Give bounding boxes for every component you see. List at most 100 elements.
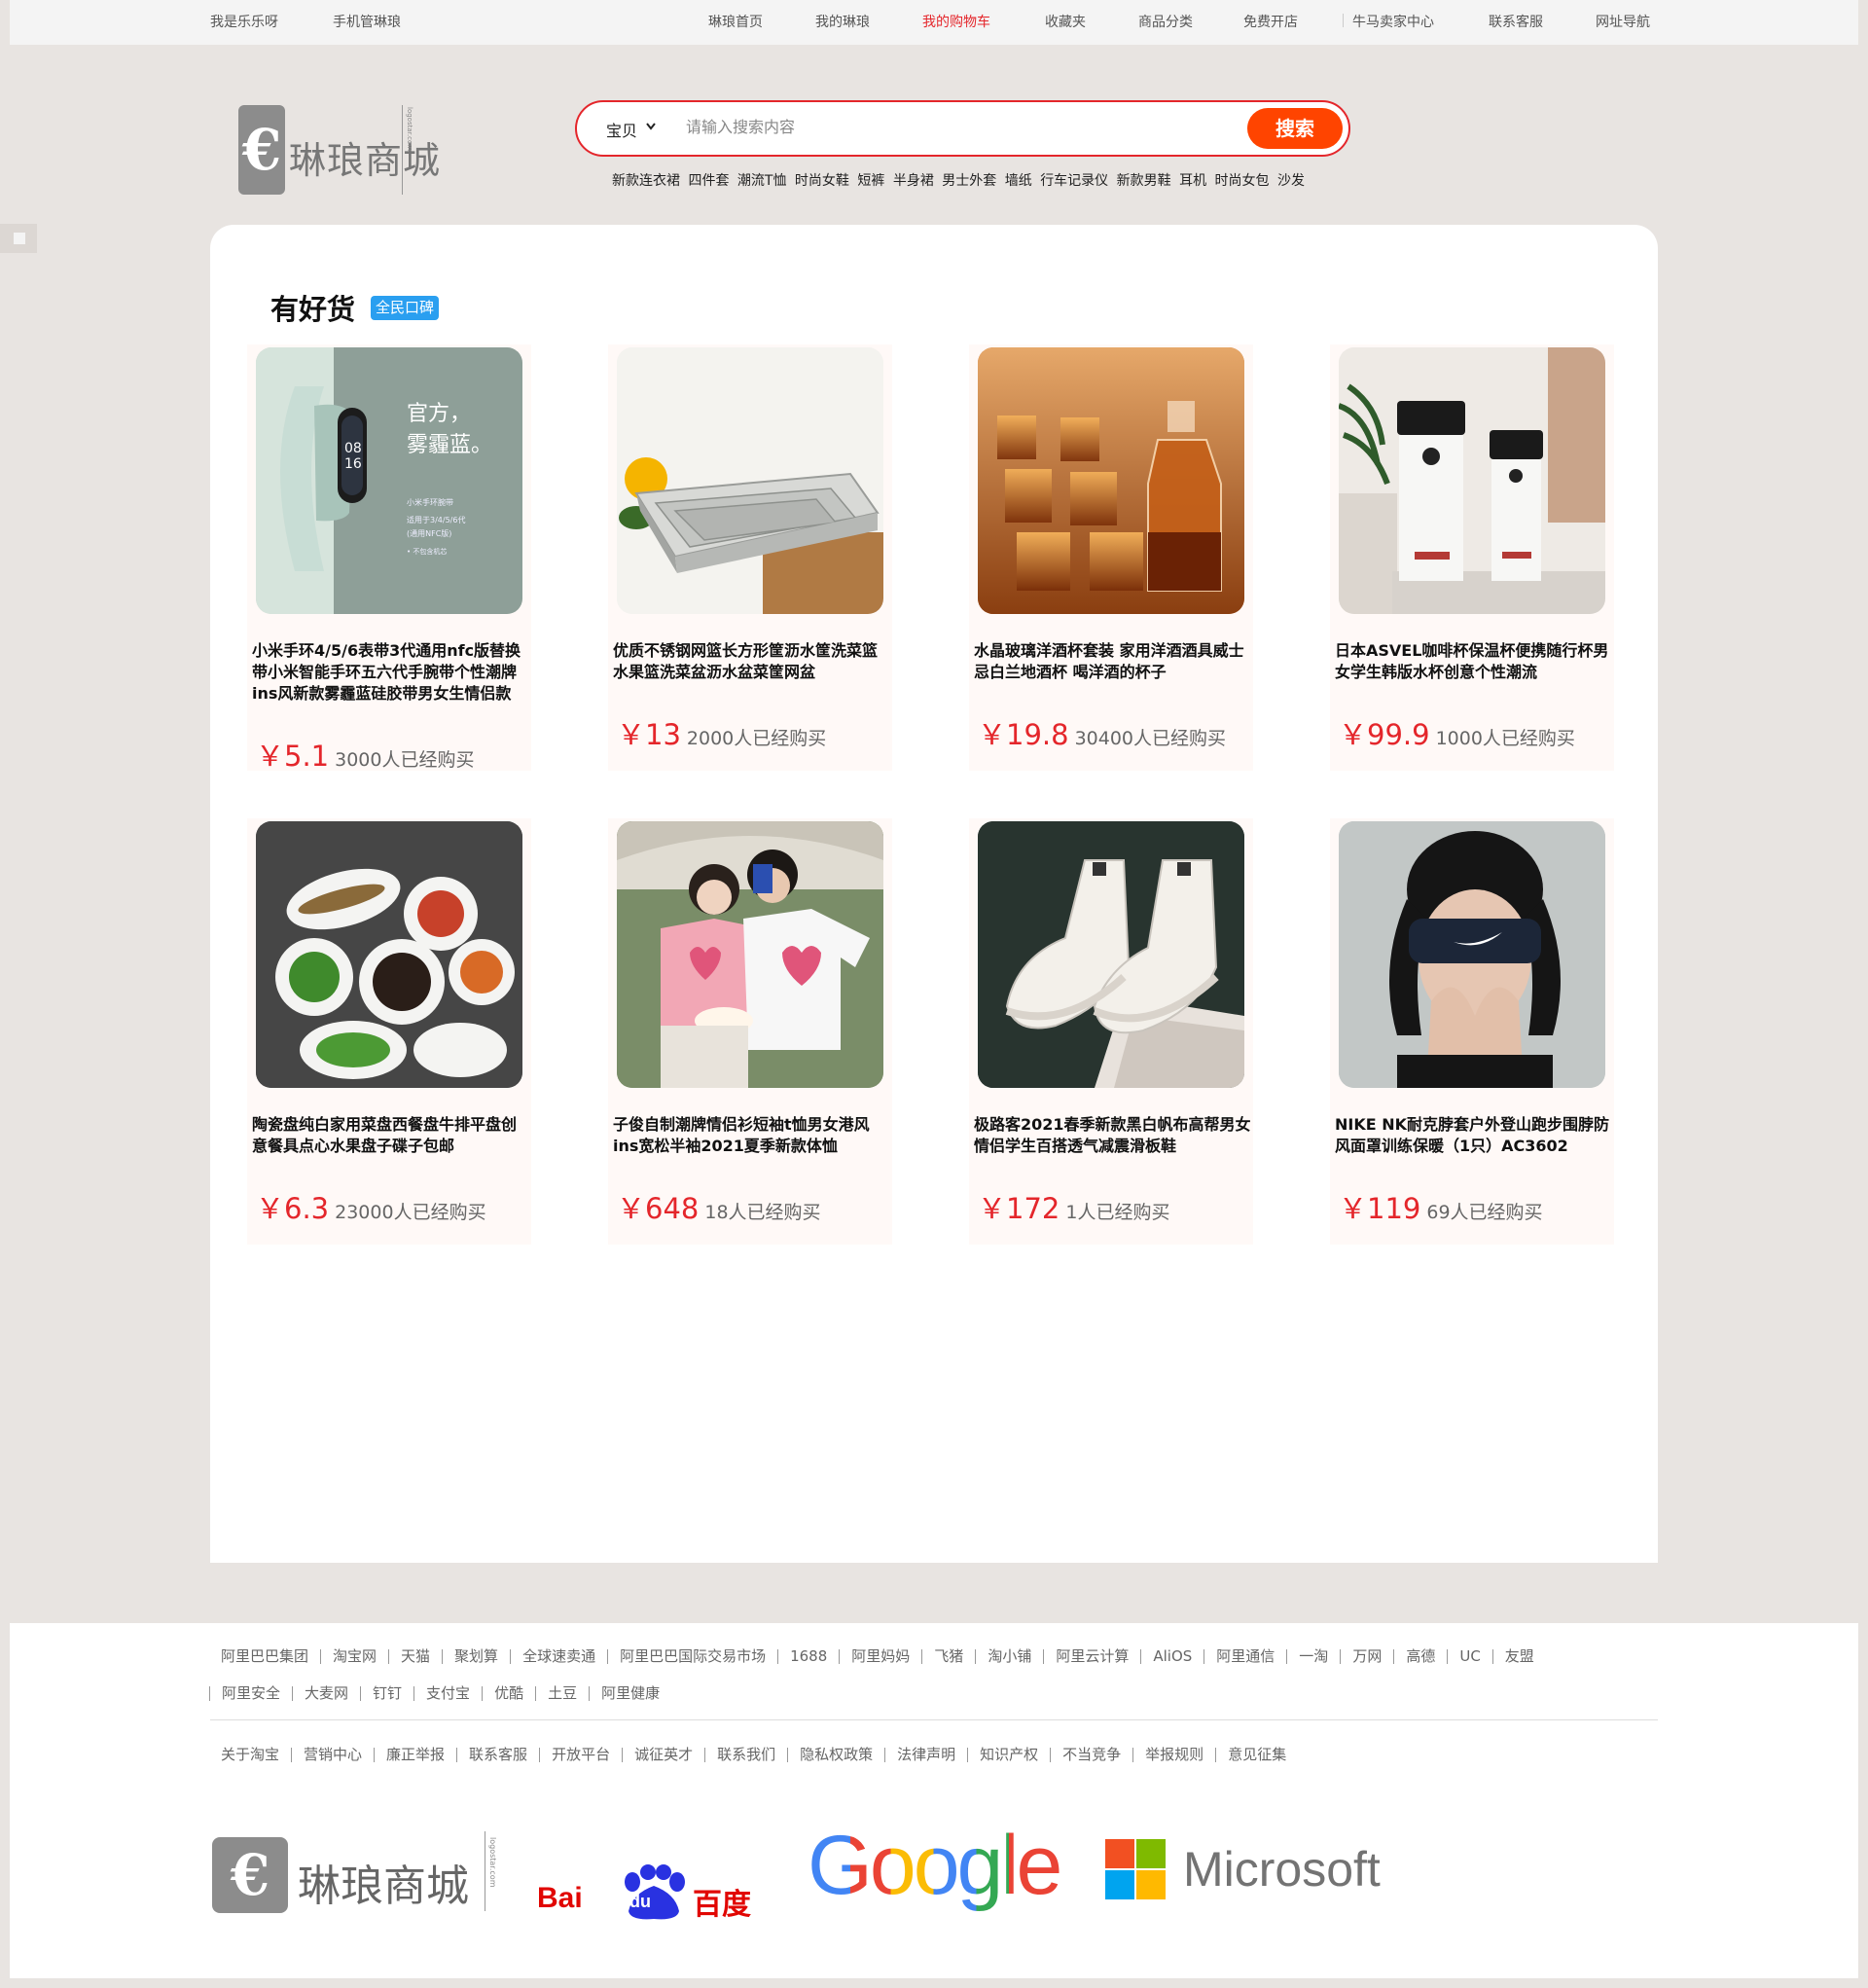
whisky-glass-image[interactable] — [978, 347, 1244, 614]
hot-word[interactable]: 行车记录仪 — [1040, 173, 1108, 189]
canvas-shoes-image[interactable] — [978, 821, 1244, 1088]
baidu-logo[interactable]: Bai du 百度 — [537, 1864, 775, 1923]
nike-neck-gaiter-image[interactable] — [1339, 821, 1605, 1088]
footer-link[interactable]: 淘宝网 — [320, 1649, 388, 1664]
hot-word[interactable]: 新款男鞋 — [1117, 173, 1171, 189]
baidu-chinese: 百度 — [693, 1888, 751, 1922]
site-logo[interactable]: € 琳琅商城 logostar.com — [238, 101, 440, 199]
footer-link[interactable]: 阿里巴巴集团 — [209, 1649, 320, 1664]
footer-link[interactable]: 钉钉 — [360, 1686, 413, 1701]
chevron-down-icon[interactable] — [645, 121, 657, 134]
top-link-user[interactable]: 我是乐乐呀 — [210, 12, 278, 31]
hot-word[interactable]: 墙纸 — [1005, 173, 1032, 189]
hot-word[interactable]: 男士外套 — [942, 173, 996, 189]
product-title[interactable]: 水晶玻璃洋酒杯套装 家用洋酒酒具威士忌白兰地酒杯 喝洋酒的杯子 — [974, 640, 1252, 683]
product-card[interactable]: NIKE NK耐克脖套户外登山跑步围脖防风面罩训练保暖（1只）AC3602 ￥1… — [1330, 818, 1614, 1245]
footer-link[interactable]: UC — [1447, 1649, 1491, 1664]
search-type-select[interactable]: 宝贝 — [606, 118, 637, 141]
footer-link[interactable]: 天猫 — [388, 1649, 442, 1664]
footer-site-logo[interactable]: € 琳琅商城 logostar.com — [212, 1829, 504, 1917]
side-floating-tab[interactable] — [0, 224, 37, 253]
ceramic-plate-image[interactable] — [256, 821, 522, 1088]
footer-link[interactable]: 知识产权 — [967, 1748, 1050, 1762]
hot-word[interactable]: 短裤 — [857, 173, 884, 189]
top-separator — [1343, 14, 1344, 27]
footer-link[interactable]: 淘小铺 — [975, 1649, 1043, 1664]
steel-basket-image[interactable] — [617, 347, 883, 614]
footer-link[interactable]: 友盟 — [1491, 1649, 1546, 1664]
footer-link[interactable]: 飞猪 — [921, 1649, 975, 1664]
product-title[interactable]: 日本ASVEL咖啡杯保温杯便携随行杯男女学生韩版水杯创意个性潮流 — [1335, 640, 1613, 683]
top-link-cart[interactable]: 我的购物车 — [922, 12, 990, 31]
hot-word[interactable]: 沙发 — [1277, 173, 1305, 189]
footer-link[interactable]: 1688 — [777, 1649, 839, 1664]
footer-link[interactable]: 营销中心 — [291, 1748, 374, 1762]
price-row: ￥648 18人已经购买 — [617, 1186, 821, 1227]
hot-word[interactable]: 四件套 — [688, 173, 729, 189]
footer-link[interactable]: 阿里健康 — [589, 1686, 671, 1701]
product-price: ￥13 — [617, 718, 681, 751]
footer-link[interactable]: 法律声明 — [884, 1748, 967, 1762]
footer-link[interactable]: 阿里安全 — [209, 1686, 292, 1701]
footer-link[interactable]: 隐私权政策 — [787, 1748, 884, 1762]
search-button[interactable]: 搜索 — [1247, 108, 1343, 149]
top-link-seller-center[interactable]: 牛马卖家中心 — [1352, 12, 1434, 31]
footer-link[interactable]: 联系客服 — [456, 1748, 539, 1762]
top-link-categories[interactable]: 商品分类 — [1138, 12, 1193, 31]
footer-link[interactable]: 土豆 — [535, 1686, 589, 1701]
product-title[interactable]: NIKE NK耐克脖套户外登山跑步围脖防风面罩训练保暖（1只）AC3602 — [1335, 1114, 1613, 1157]
top-link-customer-service[interactable]: 联系客服 — [1489, 12, 1543, 31]
footer-link[interactable]: 诚征英才 — [622, 1748, 704, 1762]
product-card[interactable]: 08 16 官方， 雾霾蓝。 小米手环腕带 适用于3/4/5/6代 (通用NFC… — [247, 344, 531, 773]
footer-link[interactable]: 万网 — [1340, 1649, 1393, 1664]
product-card[interactable]: 水晶玻璃洋酒杯套装 家用洋酒酒具威士忌白兰地酒杯 喝洋酒的杯子 ￥19.8 304… — [969, 344, 1253, 771]
product-title[interactable]: 极路客2021春季新款黑白帆布高帮男女情侣学生百搭透气减震滑板鞋 — [974, 1114, 1252, 1157]
product-title[interactable]: 优质不锈钢网篮长方形筐沥水筐洗菜篮水果篮洗菜盆沥水盆菜筐网盆 — [613, 640, 891, 683]
footer-link[interactable]: 廉正举报 — [374, 1748, 456, 1762]
product-card[interactable]: 优质不锈钢网篮长方形筐沥水筐洗菜篮水果篮洗菜盆沥水盆菜筐网盆 ￥13 2000人已… — [608, 344, 892, 771]
hot-word[interactable]: 半身裙 — [893, 173, 934, 189]
hot-word[interactable]: 潮流T恤 — [737, 173, 787, 189]
smart-band-image[interactable]: 08 16 官方， 雾霾蓝。 小米手环腕带 适用于3/4/5/6代 (通用NFC… — [256, 347, 522, 614]
footer-link[interactable]: 不当竞争 — [1050, 1748, 1132, 1762]
footer-link[interactable]: 阿里巴巴国际交易市场 — [607, 1649, 777, 1664]
footer-link[interactable]: 开放平台 — [539, 1748, 622, 1762]
hot-word[interactable]: 新款连衣裙 — [612, 173, 680, 189]
top-link-mobile[interactable]: 手机管琳琅 — [333, 12, 401, 31]
product-card[interactable]: 极路客2021春季新款黑白帆布高帮男女情侣学生百搭透气减震滑板鞋 ￥172 1人已… — [969, 818, 1253, 1245]
footer-link[interactable]: 举报规则 — [1132, 1748, 1215, 1762]
footer-link[interactable]: 关于淘宝 — [209, 1748, 291, 1762]
footer-link[interactable]: 意见征集 — [1215, 1748, 1298, 1762]
search-input[interactable] — [686, 114, 1192, 143]
product-title[interactable]: 小米手环4/5/6表带3代通用nfc版替换带小米智能手环五六代手腕带个性潮牌in… — [252, 640, 530, 705]
product-card[interactable]: 陶瓷盘纯白家用菜盘西餐盘牛排平盘创意餐具点心水果盘子碟子包邮 ￥6.3 23000… — [247, 818, 531, 1245]
couple-tshirt-image[interactable] — [617, 821, 883, 1088]
footer-link[interactable]: 联系我们 — [704, 1748, 787, 1762]
top-link-open-shop[interactable]: 免费开店 — [1243, 12, 1298, 31]
footer-link[interactable]: 聚划算 — [442, 1649, 510, 1664]
top-link-home[interactable]: 琳琅首页 — [708, 12, 763, 31]
top-link-my-account[interactable]: 我的琳琅 — [815, 12, 870, 31]
footer-link[interactable]: 支付宝 — [413, 1686, 482, 1701]
coffee-cup-image[interactable] — [1339, 347, 1605, 614]
microsoft-logo[interactable]: Microsoft — [1105, 1835, 1397, 1903]
top-link-favorites[interactable]: 收藏夹 — [1045, 12, 1086, 31]
footer-link[interactable]: 阿里通信 — [1203, 1649, 1286, 1664]
product-title[interactable]: 子俊自制潮牌情侣衫短袖t恤男女港风ins宽松半袖2021夏季新款体恤 — [613, 1114, 891, 1157]
footer-link[interactable]: 大麦网 — [292, 1686, 360, 1701]
footer-link[interactable]: 优酷 — [482, 1686, 535, 1701]
google-logo[interactable]: Google — [808, 1818, 1062, 1914]
footer-link[interactable]: 全球速卖通 — [510, 1649, 607, 1664]
footer-link[interactable]: AliOS — [1140, 1649, 1203, 1664]
hot-word[interactable]: 时尚女鞋 — [795, 173, 849, 189]
product-card[interactable]: 日本ASVEL咖啡杯保温杯便携随行杯男女学生韩版水杯创意个性潮流 ￥99.9 10… — [1330, 344, 1614, 771]
product-card[interactable]: 子俊自制潮牌情侣衫短袖t恤男女港风ins宽松半袖2021夏季新款体恤 ￥648 1… — [608, 818, 892, 1245]
footer-link[interactable]: 高德 — [1393, 1649, 1447, 1664]
product-title[interactable]: 陶瓷盘纯白家用菜盘西餐盘牛排平盘创意餐具点心水果盘子碟子包邮 — [252, 1114, 530, 1157]
footer-link[interactable]: 阿里云计算 — [1043, 1649, 1140, 1664]
top-link-site-nav[interactable]: 网址导航 — [1596, 12, 1650, 31]
hot-word[interactable]: 时尚女包 — [1215, 173, 1270, 189]
footer-link[interactable]: 一淘 — [1286, 1649, 1340, 1664]
footer-link[interactable]: 阿里妈妈 — [839, 1649, 921, 1664]
hot-word[interactable]: 耳机 — [1179, 173, 1206, 189]
